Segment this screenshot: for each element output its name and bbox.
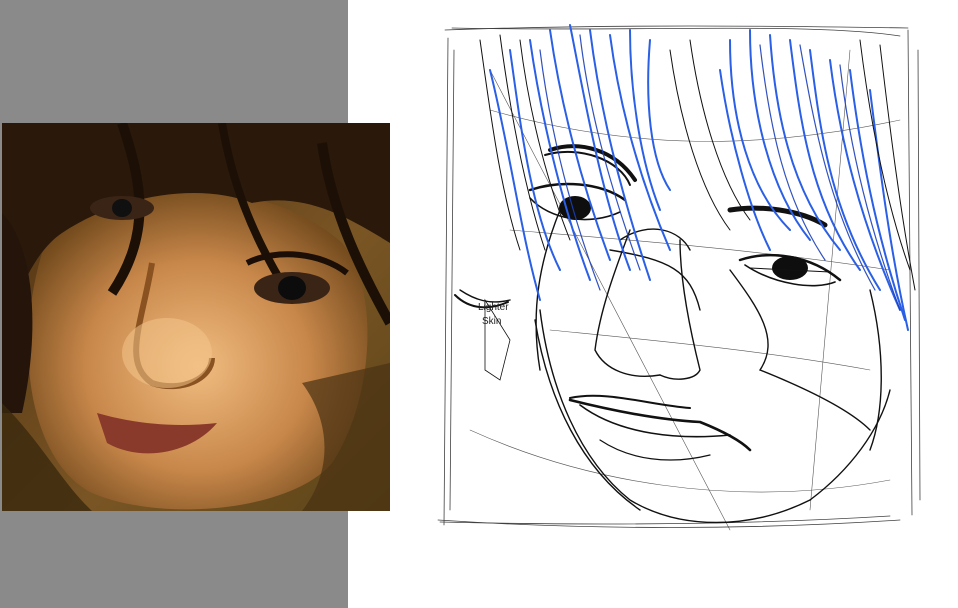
face-outline-strokes [454, 209, 891, 524]
blue-hair-strokes [489, 24, 909, 331]
annotation-note: Lighter Skin [478, 298, 511, 381]
drawing-workspace: Lighter Skin [0, 0, 958, 608]
nose-drawing [594, 228, 701, 380]
sketch-canvas[interactable]: Lighter Skin [430, 10, 950, 540]
mouth-drawing [568, 394, 752, 461]
right-eye-drawing [727, 205, 842, 287]
note-line-2: Skin [482, 316, 501, 327]
reference-photo [2, 123, 390, 511]
face-line-drawing: Lighter Skin [437, 24, 921, 531]
reference-portrait-image [2, 123, 390, 511]
note-line-1: Lighter [478, 302, 509, 313]
